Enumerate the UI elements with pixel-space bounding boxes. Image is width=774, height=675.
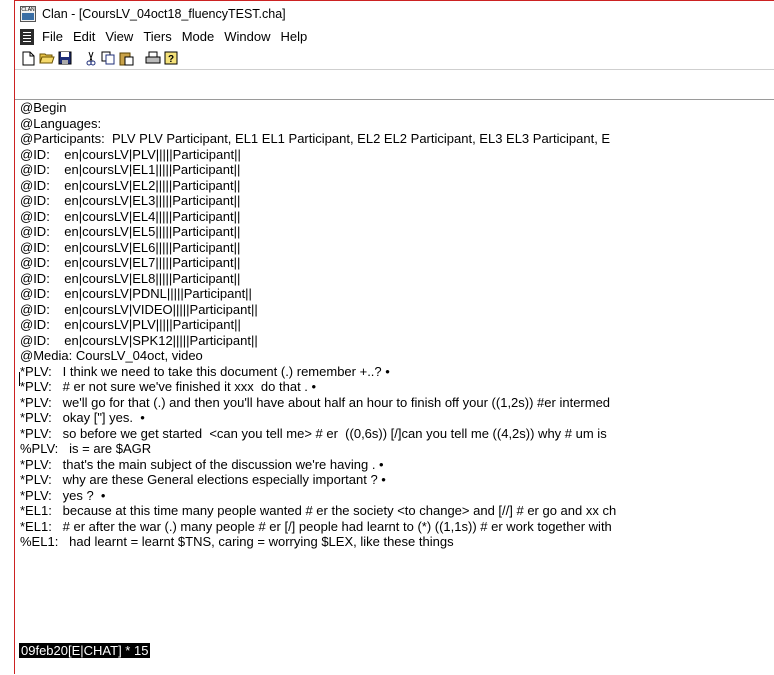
transcript-line[interactable]: @ID: en|coursLV|PLV|||||Participant|| xyxy=(15,147,774,163)
text-caret xyxy=(19,372,20,386)
help-icon[interactable]: ? xyxy=(162,50,179,67)
transcript-line[interactable]: *EL1: # er after the war (.) many people… xyxy=(15,519,774,535)
open-icon[interactable] xyxy=(38,50,55,67)
menu-file[interactable]: File xyxy=(42,29,63,44)
transcript-line[interactable]: @ID: en|coursLV|EL7|||||Participant|| xyxy=(15,255,774,271)
menu-bar: File Edit View Tiers Mode Window Help xyxy=(15,26,774,47)
transcript-line[interactable]: @ID: en|coursLV|PDNL|||||Participant|| xyxy=(15,286,774,302)
transcript-line[interactable]: @ID: en|coursLV|EL5|||||Participant|| xyxy=(15,224,774,240)
transcript-line[interactable]: @ID: en|coursLV|EL4|||||Participant|| xyxy=(15,209,774,225)
toolbar: ? xyxy=(15,47,774,70)
transcript-line[interactable]: %PLV: is = are $AGR xyxy=(15,441,774,457)
transcript-line[interactable]: @Participants: PLV PLV Participant, EL1 … xyxy=(15,131,774,147)
transcript-line[interactable]: %EL1: had learnt = learnt $TNS, caring =… xyxy=(15,534,774,550)
transcript-line[interactable]: *PLV: # er not sure we've finished it xx… xyxy=(15,379,774,395)
transcript-line[interactable]: @Begin xyxy=(15,100,774,116)
window-left-edge xyxy=(0,0,15,674)
transcript-line[interactable]: @ID: en|coursLV|VIDEO|||||Participant|| xyxy=(15,302,774,318)
transcript-line[interactable]: @ID: en|coursLV|PLV|||||Participant|| xyxy=(15,317,774,333)
transcript-line[interactable]: @ID: en|coursLV|EL8|||||Participant|| xyxy=(15,271,774,287)
transcript-line[interactable]: *EL1: because at this time many people w… xyxy=(15,503,774,519)
title-bar[interactable]: CLAN Clan - [CoursLV_04oct18_fluencyTEST… xyxy=(15,1,774,26)
clan-window: CLAN Clan - [CoursLV_04oct18_fluencyTEST… xyxy=(15,1,774,675)
transcript-line[interactable]: *PLV: that's the main subject of the dis… xyxy=(15,457,774,473)
menu-edit[interactable]: Edit xyxy=(73,29,95,44)
transcript-line[interactable]: @Languages: xyxy=(15,116,774,132)
transcript-line[interactable]: @ID: en|coursLV|EL2|||||Participant|| xyxy=(15,178,774,194)
status-line: 09feb20[E|CHAT] * 15 xyxy=(19,643,151,658)
transcript-line[interactable]: *PLV: I think we need to take this docum… xyxy=(15,364,774,380)
transcript-line[interactable]: *PLV: we'll go for that (.) and then you… xyxy=(15,395,774,411)
print-icon[interactable] xyxy=(144,50,161,67)
window-title: Clan - [CoursLV_04oct18_fluencyTEST.cha] xyxy=(42,6,286,21)
transcript-editor[interactable]: @Begin @Languages: @Participants: PLV PL… xyxy=(15,99,774,675)
document-icon[interactable] xyxy=(20,28,34,45)
paste-icon[interactable] xyxy=(118,50,135,67)
transcript-line[interactable]: @ID: en|coursLV|SPK12|||||Participant|| xyxy=(15,333,774,349)
menu-window[interactable]: Window xyxy=(224,29,270,44)
menu-mode[interactable]: Mode xyxy=(182,29,215,44)
clan-app-icon: CLAN xyxy=(20,5,36,22)
transcript-line[interactable]: @ID: en|coursLV|EL1|||||Participant|| xyxy=(15,162,774,178)
cut-icon[interactable] xyxy=(82,50,99,67)
transcript-line[interactable]: *PLV: so before we get started <can you … xyxy=(15,426,774,442)
menu-help[interactable]: Help xyxy=(281,29,308,44)
transcript-line[interactable]: @Media: CoursLV_04oct, video xyxy=(15,348,774,364)
transcript-line[interactable]: *PLV: yes ? • xyxy=(15,488,774,504)
transcript-line[interactable]: @ID: en|coursLV|EL6|||||Participant|| xyxy=(15,240,774,256)
transcript-line[interactable]: *PLV: okay ["] yes. • xyxy=(15,410,774,426)
svg-text:?: ? xyxy=(168,54,174,65)
menu-view[interactable]: View xyxy=(105,29,133,44)
save-icon[interactable] xyxy=(56,50,73,67)
transcript-line[interactable]: @ID: en|coursLV|EL3|||||Participant|| xyxy=(15,193,774,209)
transcript-line[interactable]: *PLV: why are these General elections es… xyxy=(15,472,774,488)
new-icon[interactable] xyxy=(20,50,37,67)
menu-tiers[interactable]: Tiers xyxy=(143,29,171,44)
copy-icon[interactable] xyxy=(100,50,117,67)
